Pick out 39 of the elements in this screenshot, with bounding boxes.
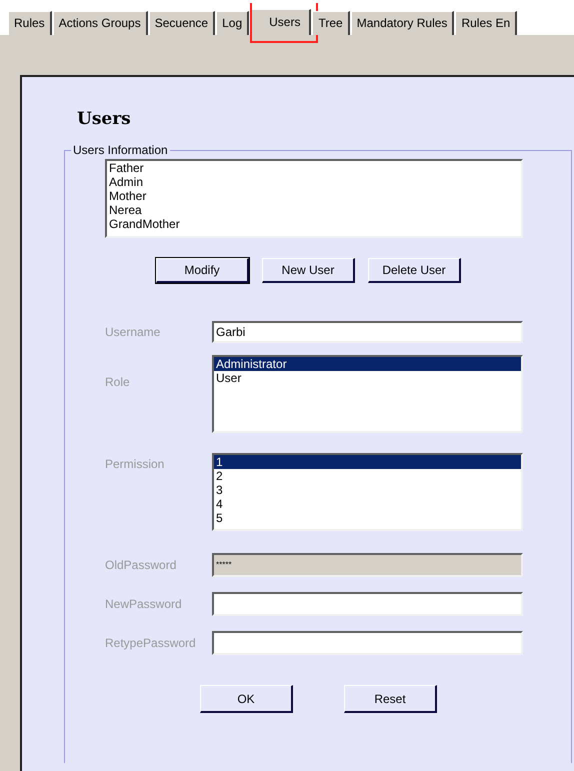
field-label: RetypePassword xyxy=(105,636,197,650)
action-button[interactable]: Reset xyxy=(344,685,437,713)
list-item[interactable]: Mother xyxy=(107,189,521,203)
field-label: Role xyxy=(105,374,131,391)
tab[interactable]: Users xyxy=(250,9,312,35)
tab[interactable]: Secuence xyxy=(148,11,216,35)
list-item[interactable]: Admin xyxy=(107,175,521,189)
list-item[interactable]: Father xyxy=(107,161,521,175)
tab[interactable]: Rules En xyxy=(455,11,518,35)
tab[interactable]: Mandatory Rules xyxy=(350,11,454,35)
list-item[interactable]: 4 xyxy=(214,497,521,511)
action-button[interactable]: Modify xyxy=(156,258,249,283)
password-field[interactable] xyxy=(212,592,523,616)
permission-listbox[interactable]: 1 2 3 4 5 xyxy=(212,453,523,531)
action-button[interactable]: OK xyxy=(200,685,293,713)
password-field[interactable] xyxy=(212,631,523,655)
list-item[interactable]: 3 xyxy=(214,483,521,497)
tab[interactable]: Tree xyxy=(312,11,350,35)
action-button[interactable]: New User xyxy=(262,258,355,283)
tab[interactable]: Actions Groups xyxy=(52,11,148,35)
tab[interactable]: Log xyxy=(216,11,250,35)
tab[interactable]: Rules xyxy=(8,11,52,35)
username-field[interactable]: Garbi xyxy=(212,321,523,343)
action-button[interactable]: Delete User xyxy=(368,258,461,283)
list-item[interactable]: 2 xyxy=(214,469,521,483)
field-label: Permission xyxy=(105,456,166,473)
page-title: Users xyxy=(77,109,132,129)
list-item[interactable]: Nerea xyxy=(107,203,521,217)
list-item[interactable]: GrandMother xyxy=(107,217,521,231)
field-label: OldPassword xyxy=(105,558,178,572)
field-label: Username xyxy=(105,324,162,341)
users-listbox[interactable]: Father Admin Mother Nerea GrandMother xyxy=(105,159,523,238)
list-item[interactable]: Administrator xyxy=(214,357,521,371)
role-listbox[interactable]: Administrator User xyxy=(212,355,523,433)
list-item[interactable]: User xyxy=(214,371,521,385)
field-label: NewPassword xyxy=(105,597,183,611)
group-legend: Users Information xyxy=(71,143,170,157)
list-item[interactable]: 5 xyxy=(214,511,521,525)
list-item[interactable]: 1 xyxy=(214,455,521,469)
